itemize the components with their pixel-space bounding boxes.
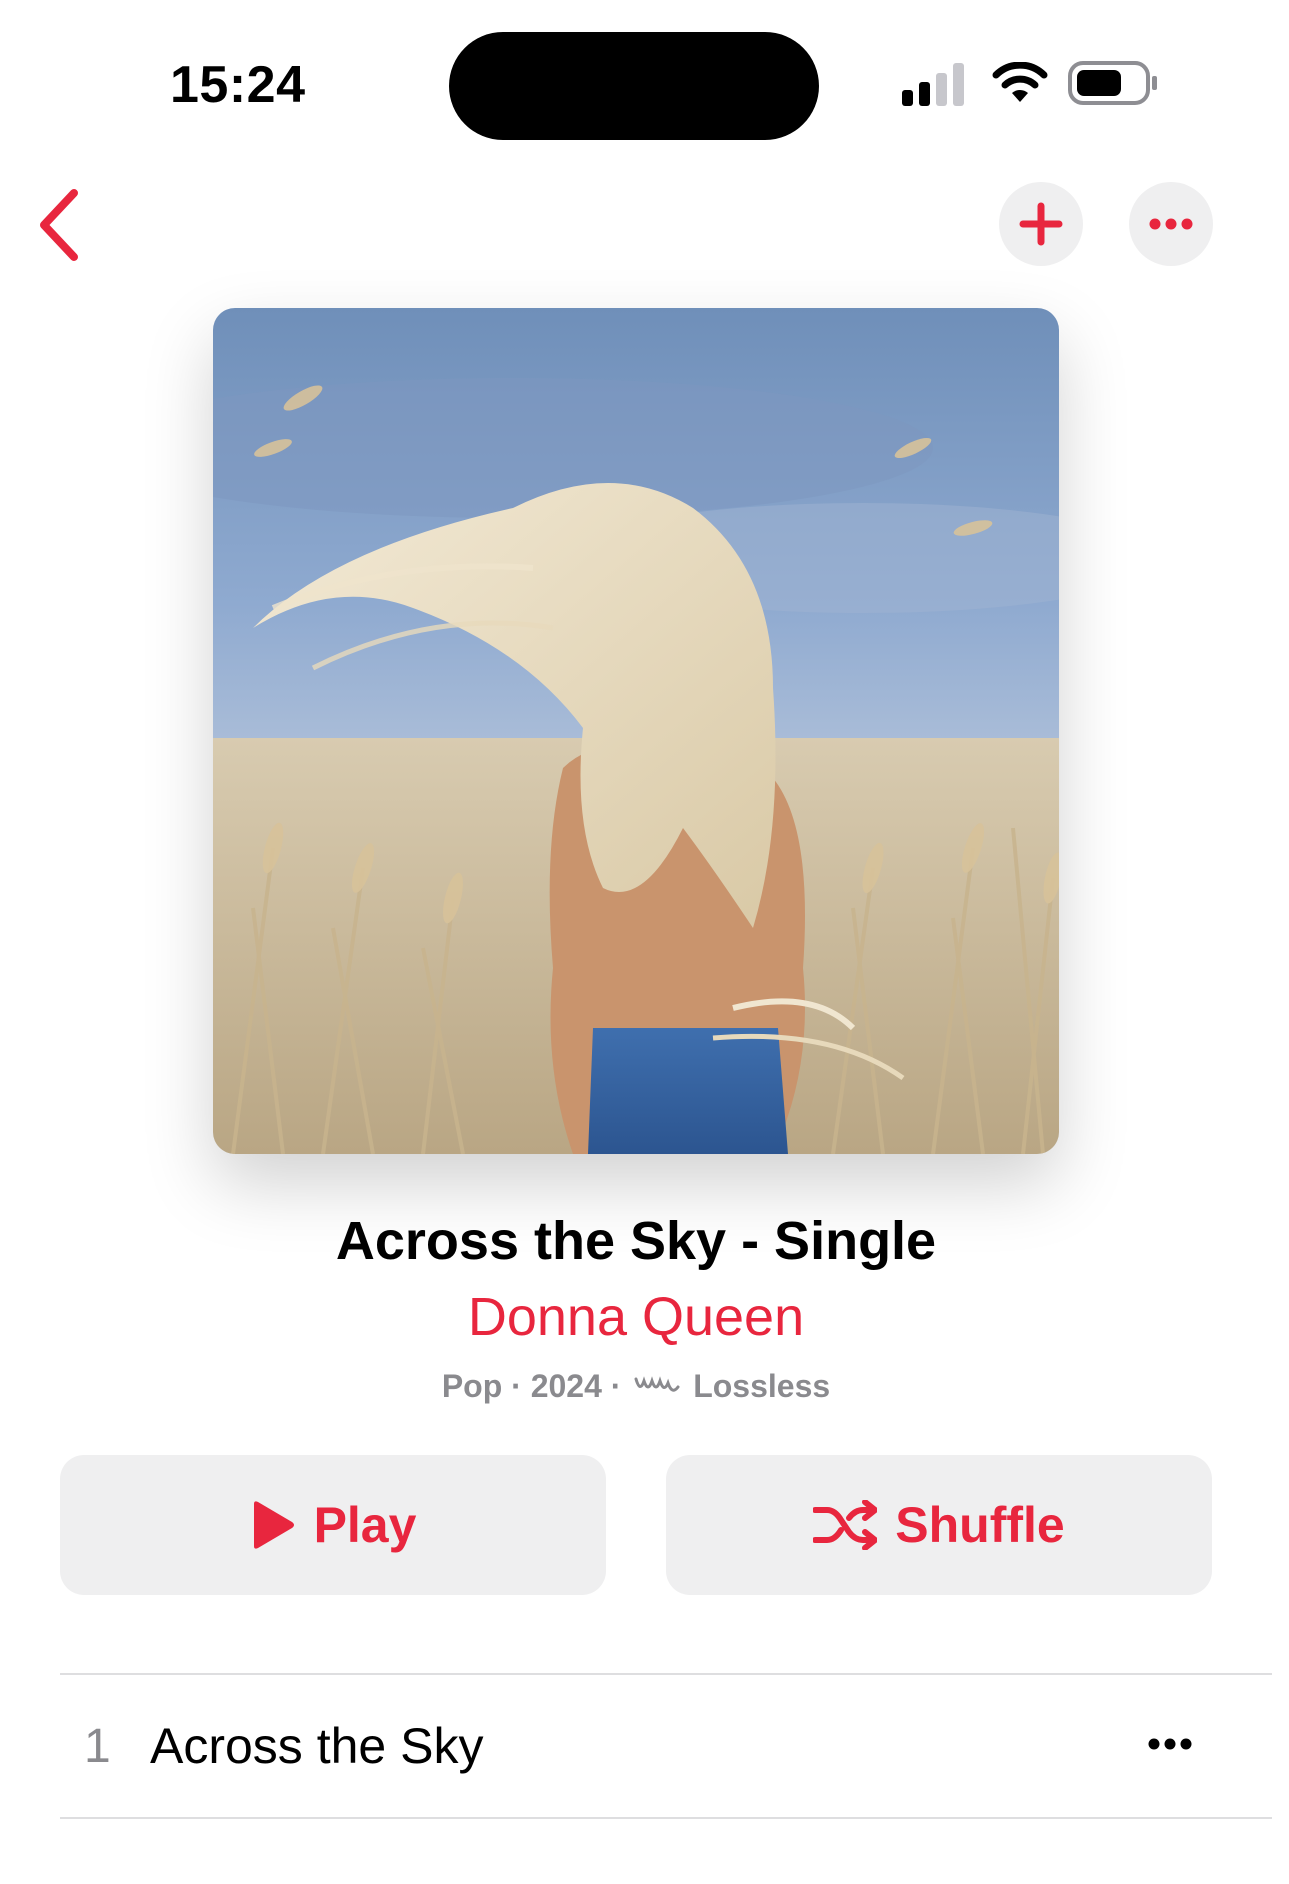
play-button[interactable]: Play bbox=[60, 1455, 606, 1595]
chevron-left-icon bbox=[40, 189, 78, 261]
more-options-button[interactable] bbox=[1129, 182, 1213, 266]
year-label: 2024 bbox=[530, 1368, 602, 1404]
ellipsis-icon bbox=[1149, 218, 1193, 230]
meta-separator: · bbox=[511, 1368, 522, 1404]
status-time: 15:24 bbox=[170, 56, 306, 114]
track-title: Across the Sky bbox=[150, 1718, 484, 1774]
cellular-signal-icon bbox=[902, 63, 964, 106]
wifi-icon bbox=[992, 62, 1048, 102]
play-label: Play bbox=[313, 1497, 417, 1553]
artist-link[interactable]: Donna Queen bbox=[0, 1286, 1272, 1348]
plus-icon bbox=[1019, 202, 1063, 246]
lossless-icon bbox=[634, 1375, 680, 1392]
add-to-library-button[interactable] bbox=[999, 182, 1083, 266]
play-icon bbox=[253, 1501, 294, 1549]
album-meta: Pop · 2024 · Lossless bbox=[0, 1368, 1272, 1405]
track-list-divider bbox=[60, 1817, 1272, 1819]
battery-icon bbox=[1068, 61, 1157, 105]
lossless-label: Lossless bbox=[693, 1368, 831, 1404]
shuffle-button[interactable]: Shuffle bbox=[666, 1455, 1212, 1595]
dynamic-island bbox=[449, 32, 819, 140]
track-more-ellipsis-icon[interactable] bbox=[1140, 1719, 1200, 1769]
shuffle-icon bbox=[813, 1500, 878, 1550]
shuffle-label: Shuffle bbox=[895, 1497, 1065, 1553]
status-bar: 15:24 bbox=[0, 0, 1289, 140]
album-artwork bbox=[213, 308, 1059, 1154]
back-button[interactable] bbox=[30, 185, 90, 265]
meta-separator: · bbox=[610, 1368, 622, 1404]
track-row[interactable]: 1 Across the Sky bbox=[60, 1675, 1272, 1815]
track-number: 1 bbox=[84, 1720, 111, 1773]
genre-label: Pop bbox=[441, 1368, 503, 1404]
album-title: Across the Sky - Single bbox=[335, 1211, 937, 1271]
